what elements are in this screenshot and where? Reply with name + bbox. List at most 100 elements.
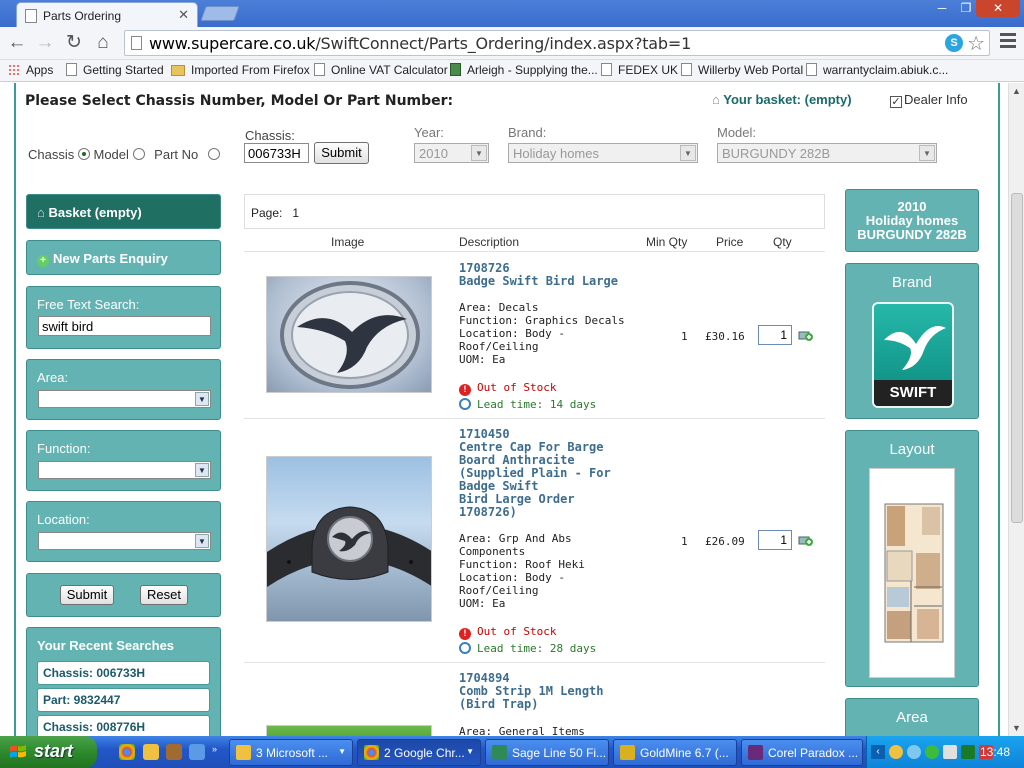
bookmark-warrantyclaim[interactable]: warrantyclaim.abiuk.c... xyxy=(806,63,948,77)
col-image: Image xyxy=(331,235,365,249)
bookmark-getting-started[interactable]: Getting Started xyxy=(66,63,164,77)
page-scrollbar[interactable]: ▲ ▼ xyxy=(1008,83,1024,736)
product-image[interactable] xyxy=(266,276,432,393)
new-tab-button[interactable] xyxy=(200,6,240,21)
clock[interactable]: 13:48 xyxy=(980,745,1010,759)
dealer-info-checkbox[interactable]: ✓ Dealer Info xyxy=(890,92,968,108)
area-select[interactable]: ▼ xyxy=(38,390,211,408)
bookmark-star-icon[interactable]: ☆ xyxy=(967,31,985,56)
free-text-search-panel: Free Text Search: swift bird xyxy=(26,286,221,349)
radio-model[interactable] xyxy=(132,148,145,160)
recent-search-item[interactable]: Chassis: 008776H xyxy=(37,715,210,736)
chevron-down-icon: ▼ xyxy=(471,145,487,161)
recent-search-item[interactable]: Chassis: 006733H xyxy=(37,661,210,685)
basket-icon: ⌂ xyxy=(712,92,724,107)
tray-status-icon[interactable] xyxy=(925,745,939,759)
product-image[interactable] xyxy=(266,456,432,622)
bookmark-arleigh[interactable]: Arleigh - Supplying the... xyxy=(450,63,598,77)
radio-part-no[interactable] xyxy=(207,148,220,160)
tray-outlook-icon[interactable] xyxy=(889,745,903,759)
home-icon[interactable]: ⌂ xyxy=(92,32,114,54)
chrome-quicklaunch-icon[interactable] xyxy=(119,744,135,760)
part-code[interactable]: 1708726 xyxy=(459,261,510,275)
part-name[interactable]: Badge Swift Bird Large xyxy=(459,275,618,288)
page-number[interactable]: 1 xyxy=(292,206,299,220)
part-name[interactable]: Centre Cap For Barge Board Anthracite (S… xyxy=(459,441,611,519)
close-window-button[interactable]: ✕ xyxy=(976,0,1020,17)
min-qty: 1 xyxy=(681,330,688,343)
start-button[interactable]: start xyxy=(0,736,97,768)
bookmark-apps[interactable]: Apps xyxy=(8,63,53,77)
task-goldmine[interactable]: GoldMine 6.7 (... xyxy=(613,739,737,766)
model-label: Model: xyxy=(717,125,757,140)
recent-searches-panel: Your Recent Searches Chassis: 006733H Pa… xyxy=(26,627,221,736)
radio-chassis[interactable] xyxy=(77,148,90,160)
back-icon[interactable]: ← xyxy=(6,32,28,54)
page-icon xyxy=(681,63,692,76)
lead-time: Lead time: 28 days xyxy=(459,642,596,655)
part-name[interactable]: Comb Strip 1M Length (Bird Trap) xyxy=(459,685,604,711)
sidebar-reset-button[interactable]: Reset xyxy=(140,585,188,605)
function-select[interactable]: ▼ xyxy=(38,461,211,479)
new-parts-enquiry-button[interactable]: + New Parts Enquiry xyxy=(26,240,221,275)
url-text: www.supercare.co.uk/SwiftConnect/Parts_O… xyxy=(149,34,692,53)
task-sage[interactable]: Sage Line 50 Fi... xyxy=(485,739,609,766)
tray-network-icon[interactable] xyxy=(907,745,921,759)
browser-toolbar: ← → ↻ ⌂ www.supercare.co.uk/SwiftConnect… xyxy=(0,27,1024,60)
floorplan-image[interactable] xyxy=(869,468,955,678)
browser-tab[interactable]: Parts Ordering ✕ xyxy=(16,2,198,27)
location-select[interactable]: ▼ xyxy=(38,532,211,550)
sidebar-submit-button[interactable]: Submit xyxy=(60,585,114,605)
free-text-input[interactable]: swift bird xyxy=(38,316,211,336)
task-google-chrome[interactable]: 2 Google Chr... ▼ xyxy=(357,739,481,766)
model-select[interactable]: BURGUNDY 282B ▼ xyxy=(717,143,937,163)
task-corel-paradox[interactable]: Corel Paradox ... xyxy=(741,739,863,766)
sage-icon xyxy=(492,745,507,760)
bookmark-imported-firefox[interactable]: Imported From Firefox xyxy=(171,63,310,77)
bookmark-vat-calculator[interactable]: Online VAT Calculator xyxy=(314,63,448,77)
location-panel: Location: ▼ xyxy=(26,501,221,562)
menu-icon[interactable] xyxy=(1000,33,1016,51)
scroll-up-icon[interactable]: ▲ xyxy=(1012,86,1021,96)
add-to-basket-icon[interactable] xyxy=(798,328,813,341)
app-quicklaunch-icon[interactable] xyxy=(166,744,182,760)
page-icon xyxy=(25,9,37,23)
expand-quicklaunch-icon[interactable]: » xyxy=(212,744,218,760)
add-to-basket-icon[interactable] xyxy=(798,533,813,546)
task-microsoft[interactable]: 3 Microsoft ... ▼ xyxy=(229,739,353,766)
close-tab-icon[interactable]: ✕ xyxy=(178,7,189,23)
recent-search-item[interactable]: Part: 9832447 xyxy=(37,688,210,712)
stock-status: ! Out of Stock xyxy=(459,625,556,640)
basket-link[interactable]: ⌂ Your basket: (empty) xyxy=(712,92,852,107)
year-select[interactable]: 2010 ▼ xyxy=(414,143,489,163)
bookmark-fedex[interactable]: FEDEX UK xyxy=(601,63,678,77)
chassis-submit-button[interactable]: Submit xyxy=(314,142,369,164)
new-enquiry-label: + New Parts Enquiry xyxy=(37,251,168,267)
system-tray: ‹ 13:48 xyxy=(866,736,1024,768)
product-image[interactable] xyxy=(266,725,432,736)
scrollbar-thumb[interactable] xyxy=(1011,193,1023,523)
part-code[interactable]: 1710450 xyxy=(459,427,510,441)
bookmark-willerby[interactable]: Willerby Web Portal xyxy=(681,63,803,77)
bookmarks-bar: Apps Getting Started Imported From Firef… xyxy=(0,60,1024,82)
reload-icon[interactable]: ↻ xyxy=(63,32,85,54)
scroll-down-icon[interactable]: ▼ xyxy=(1012,723,1021,733)
part-code[interactable]: 1704894 xyxy=(459,671,510,685)
address-bar[interactable]: www.supercare.co.uk/SwiftConnect/Parts_O… xyxy=(124,30,990,56)
ie-quicklaunch-icon[interactable] xyxy=(189,744,205,760)
chassis-input[interactable]: 006733H xyxy=(244,143,309,163)
skype-icon[interactable]: S xyxy=(945,34,963,52)
qty-input[interactable]: 1 xyxy=(758,325,792,345)
outlook-icon xyxy=(236,745,251,760)
sidebar-basket-button[interactable]: ⌂ Basket (empty) xyxy=(26,194,221,229)
brand-select[interactable]: Holiday homes ▼ xyxy=(508,143,698,163)
swift-logo: SWIFT xyxy=(872,302,954,408)
sidebar-basket-label: ⌂ Basket (empty) xyxy=(37,205,142,220)
tray-collapse-icon[interactable]: ‹ xyxy=(871,745,885,759)
tray-app-icon[interactable] xyxy=(961,745,975,759)
outlook-quicklaunch-icon[interactable] xyxy=(143,744,159,760)
forward-icon[interactable]: → xyxy=(34,32,56,54)
page-icon xyxy=(806,63,817,76)
qty-input[interactable]: 1 xyxy=(758,530,792,550)
tray-display-icon[interactable] xyxy=(943,745,957,759)
